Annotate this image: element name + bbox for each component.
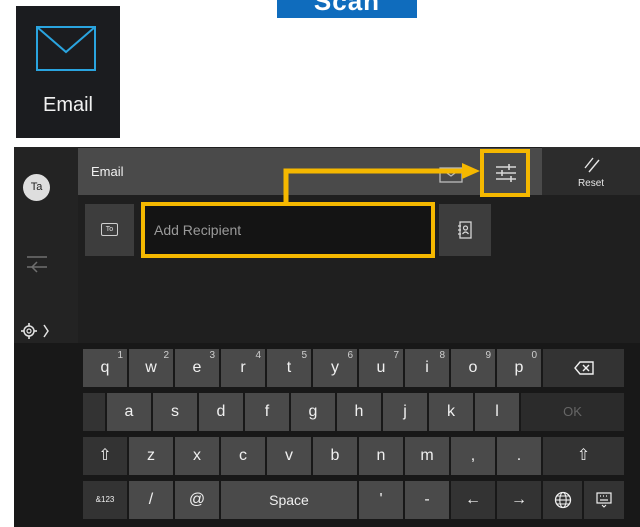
key-h[interactable]: h [337, 393, 381, 431]
symbols-key[interactable]: &123 [83, 481, 127, 519]
key-x[interactable]: x [175, 437, 219, 475]
key-a[interactable]: a [107, 393, 151, 431]
reset-label: Reset [577, 178, 605, 189]
address-book-button[interactable] [439, 204, 491, 256]
key-o[interactable]: o9 [451, 349, 495, 387]
backspace-icon [573, 361, 594, 375]
gear-icon[interactable] [18, 320, 52, 342]
key-number: 1 [117, 350, 123, 361]
key-r[interactable]: r4 [221, 349, 265, 387]
reset-icon [584, 157, 600, 173]
key-z[interactable]: z [129, 437, 173, 475]
key-w[interactable]: w2 [129, 349, 173, 387]
key-number: 9 [485, 350, 491, 361]
key-i[interactable]: i8 [405, 349, 449, 387]
key-t[interactable]: t5 [267, 349, 311, 387]
key-label: i [425, 359, 429, 376]
key-l[interactable]: l [475, 393, 519, 431]
to-label: To [101, 223, 118, 236]
key-d[interactable]: d [199, 393, 243, 431]
key-spacer [83, 393, 105, 431]
key-e[interactable]: e3 [175, 349, 219, 387]
key-label: p [514, 359, 524, 376]
shift-left-key[interactable]: ⇧ [83, 437, 127, 475]
left-arrow-key[interactable]: ← [451, 481, 495, 519]
key-number: 3 [209, 350, 215, 361]
key-g[interactable]: g [291, 393, 335, 431]
key-number: 5 [301, 350, 307, 361]
sliders-icon[interactable] [492, 159, 520, 187]
page-title: Email [91, 164, 124, 179]
key-label: o [468, 359, 478, 376]
email-app-tile[interactable]: Email [16, 6, 120, 138]
key-label: r [240, 359, 246, 376]
key-p[interactable]: p0 [497, 349, 541, 387]
key-number: 0 [531, 350, 537, 361]
key-label: t [286, 359, 292, 376]
email-tile-label: Email [42, 94, 93, 116]
key-s[interactable]: s [153, 393, 197, 431]
reset-button[interactable]: Reset [542, 147, 640, 195]
key-dash[interactable]: - [405, 481, 449, 519]
key-number: 6 [347, 350, 353, 361]
keyboard-icon [596, 492, 612, 508]
header-divider [526, 160, 527, 186]
address-book-icon [458, 221, 472, 239]
key-m[interactable]: m [405, 437, 449, 475]
scan-button[interactable]: Scan [277, 0, 417, 18]
avatar[interactable]: Ta [23, 174, 50, 201]
envelope-icon [439, 167, 463, 183]
envelope-icon [36, 26, 96, 71]
key-apostrophe[interactable]: ' [359, 481, 403, 519]
key-number: 4 [255, 350, 261, 361]
key-k[interactable]: k [429, 393, 473, 431]
key-label: q [100, 359, 110, 376]
key-label: w [145, 359, 157, 376]
language-key[interactable] [543, 481, 582, 519]
globe-icon [554, 491, 571, 508]
back-arrow-icon[interactable] [23, 251, 51, 273]
hide-keyboard-key[interactable] [584, 481, 624, 519]
on-screen-keyboard: q1 w2 e3 r4 t5 y6 u7 i8 o9 p0 a s d f g … [14, 343, 640, 527]
key-c[interactable]: c [221, 437, 265, 475]
key-label: e [192, 359, 202, 376]
key-y[interactable]: y6 [313, 349, 357, 387]
device-screen: Ta Email Reset To Add Recipient q 1 w 2 … [14, 147, 640, 527]
to-button[interactable]: To [85, 204, 134, 256]
shift-right-key[interactable]: ⇧ [543, 437, 624, 475]
scan-button-label: Scan [313, 0, 381, 16]
header-bar: Email [78, 148, 586, 195]
key-q[interactable]: q1 [83, 349, 127, 387]
key-n[interactable]: n [359, 437, 403, 475]
key-j[interactable]: j [383, 393, 427, 431]
key-slash[interactable]: / [129, 481, 173, 519]
key-at[interactable]: @ [175, 481, 219, 519]
key-label: u [376, 359, 386, 376]
key-b[interactable]: b [313, 437, 357, 475]
space-key[interactable]: Space [221, 481, 357, 519]
key-number: 7 [393, 350, 399, 361]
key-u[interactable]: u7 [359, 349, 403, 387]
add-recipient-input[interactable] [145, 204, 431, 256]
key-f[interactable]: f [245, 393, 289, 431]
key-number: 2 [163, 350, 169, 361]
left-rail: Ta [14, 147, 78, 347]
key-number: 8 [439, 350, 445, 361]
key-comma[interactable]: , [451, 437, 495, 475]
ok-key[interactable]: OK [521, 393, 624, 431]
key-period[interactable]: . [497, 437, 541, 475]
backspace-key[interactable] [543, 349, 624, 387]
key-v[interactable]: v [267, 437, 311, 475]
key-label: y [331, 359, 339, 376]
right-arrow-key[interactable]: → [497, 481, 541, 519]
